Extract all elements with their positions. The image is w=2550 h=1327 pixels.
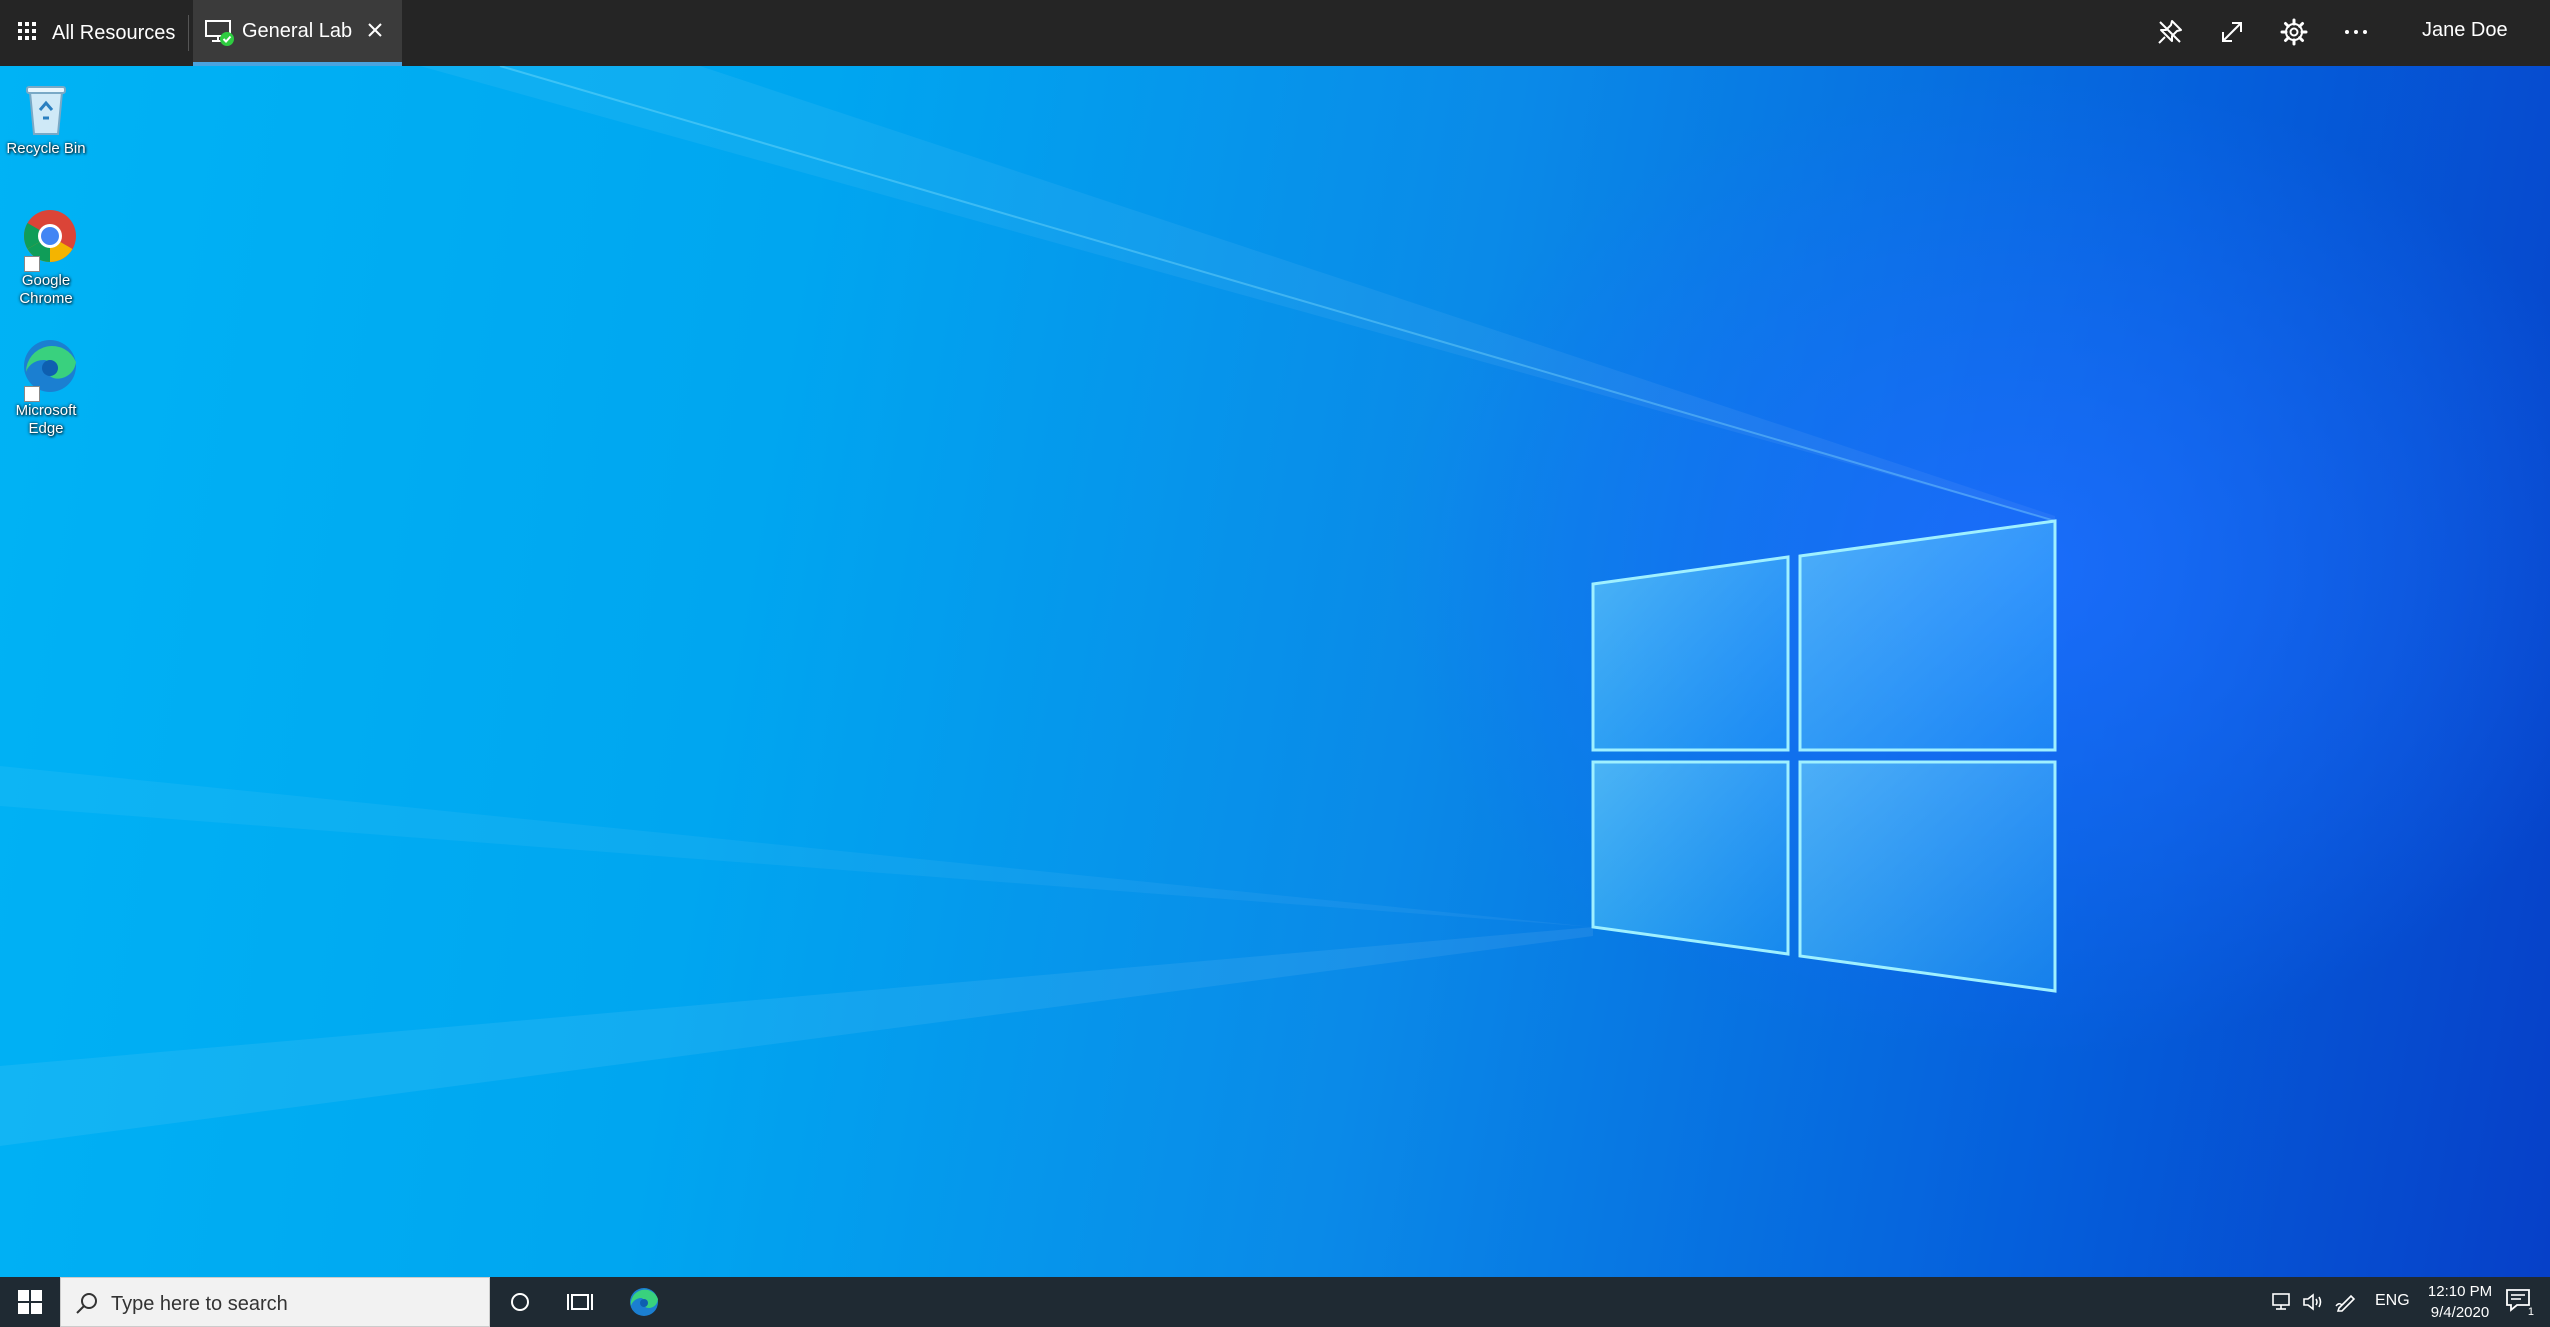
desktop-icon-google-chrome[interactable]: Google Chrome — [4, 208, 88, 308]
shortcut-arrow-icon — [24, 386, 40, 402]
action-center-button[interactable]: 1 — [2505, 1288, 2537, 1318]
search-input[interactable] — [109, 1288, 473, 1320]
clock-time: 12:10 PM — [2427, 1283, 2493, 1300]
windows-wallpaper — [0, 66, 2057, 1146]
edge-icon — [14, 338, 78, 402]
pin-icon[interactable] — [2153, 15, 2187, 49]
desktop-icon-label: Microsoft Edge — [15, 402, 77, 437]
active-tab-indicator — [193, 62, 402, 66]
recycle-bin-icon — [14, 76, 78, 140]
apps-grid-icon — [18, 21, 36, 45]
desktop-icon-recycle-bin[interactable]: Recycle Bin — [4, 76, 88, 158]
taskbar-clock[interactable]: 12:10 PM 9/4/2020 — [2410, 1281, 2510, 1323]
session-top-bar: All Resources General Lab Jane Doe — [0, 0, 2550, 66]
more-icon[interactable] — [2339, 15, 2373, 49]
taskbar-edge-icon[interactable] — [624, 1285, 664, 1319]
all-resources-button[interactable]: All Resources — [18, 0, 175, 66]
cortana-icon[interactable] — [500, 1285, 540, 1319]
gear-icon[interactable] — [2277, 15, 2311, 49]
all-resources-label: All Resources — [52, 21, 176, 44]
desktop-icon-label: Google Chrome — [19, 272, 73, 307]
expand-icon[interactable] — [2215, 15, 2249, 49]
pen-ink-icon[interactable] — [2334, 1290, 2360, 1314]
desktop[interactable]: Recycle Bin Google Chrome Microsoft Edge — [0, 66, 2550, 1277]
clock-date: 9/4/2020 — [2430, 1304, 2490, 1321]
task-view-icon[interactable] — [560, 1285, 600, 1319]
tab-label: General Lab — [242, 20, 353, 42]
notification-count-badge: 1 — [2524, 1306, 2537, 1318]
divider — [188, 15, 189, 51]
start-button[interactable] — [10, 1285, 50, 1319]
windows-logo-icon — [18, 1290, 42, 1314]
close-icon[interactable] — [365, 20, 385, 45]
chrome-icon — [14, 208, 78, 272]
search-icon — [75, 1291, 99, 1320]
windows-taskbar: ENG 12:10 PM 9/4/2020 1 — [0, 1277, 2550, 1327]
desktop-icon-microsoft-edge[interactable]: Microsoft Edge — [4, 338, 88, 438]
user-name[interactable]: Jane Doe — [2422, 19, 2508, 42]
desktop-icon-label: Recycle Bin — [6, 140, 86, 157]
taskbar-search-box[interactable] — [60, 1277, 490, 1327]
input-language[interactable]: ENG — [2375, 1292, 2410, 1310]
network-icon[interactable] — [2270, 1290, 2296, 1314]
monitor-connected-icon — [205, 19, 235, 52]
tab-general-lab[interactable]: General Lab — [193, 0, 402, 66]
shortcut-arrow-icon — [24, 256, 40, 272]
volume-icon[interactable] — [2300, 1290, 2326, 1314]
